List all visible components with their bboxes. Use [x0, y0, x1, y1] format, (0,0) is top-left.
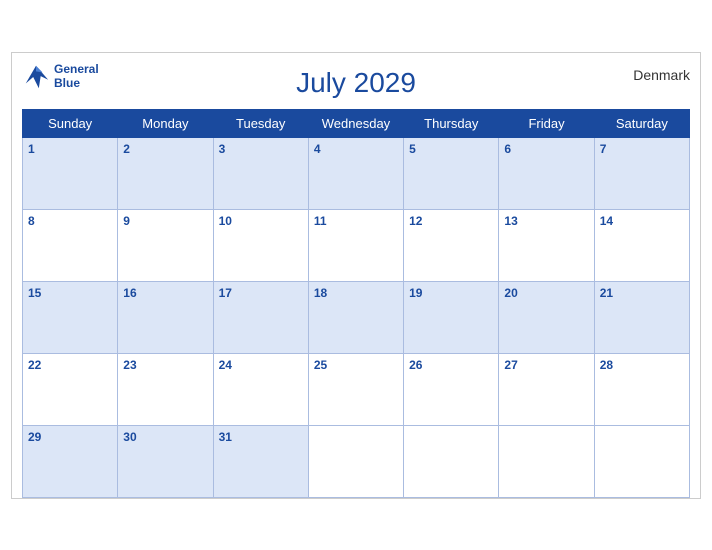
country-label: Denmark	[633, 67, 690, 83]
calendar-day-cell: 5	[404, 137, 499, 209]
calendar-day-cell	[308, 425, 403, 497]
calendar-day-cell: 4	[308, 137, 403, 209]
calendar-container: General Blue July 2029 Denmark Sunday Mo…	[11, 52, 701, 499]
calendar-day-cell: 3	[213, 137, 308, 209]
calendar-table: Sunday Monday Tuesday Wednesday Thursday…	[22, 109, 690, 498]
day-number: 13	[504, 214, 517, 228]
day-number: 9	[123, 214, 130, 228]
header-friday: Friday	[499, 109, 594, 137]
logo-area: General Blue	[22, 63, 99, 91]
day-number: 26	[409, 358, 422, 372]
calendar-day-cell	[594, 425, 689, 497]
day-number: 3	[219, 142, 226, 156]
day-number: 22	[28, 358, 41, 372]
header-tuesday: Tuesday	[213, 109, 308, 137]
calendar-day-cell: 31	[213, 425, 308, 497]
header-wednesday: Wednesday	[308, 109, 403, 137]
calendar-day-cell: 28	[594, 353, 689, 425]
day-number: 25	[314, 358, 327, 372]
calendar-day-cell: 22	[23, 353, 118, 425]
day-number: 28	[600, 358, 613, 372]
day-number: 8	[28, 214, 35, 228]
calendar-day-cell: 25	[308, 353, 403, 425]
calendar-day-cell: 30	[118, 425, 213, 497]
calendar-day-cell: 2	[118, 137, 213, 209]
calendar-day-cell: 7	[594, 137, 689, 209]
day-number: 12	[409, 214, 422, 228]
logo-icon	[22, 63, 50, 91]
day-number: 30	[123, 430, 136, 444]
calendar-day-cell: 11	[308, 209, 403, 281]
calendar-day-cell: 27	[499, 353, 594, 425]
calendar-day-cell: 20	[499, 281, 594, 353]
calendar-day-cell	[404, 425, 499, 497]
day-number: 21	[600, 286, 613, 300]
day-number: 31	[219, 430, 232, 444]
day-number: 14	[600, 214, 613, 228]
day-number: 24	[219, 358, 232, 372]
calendar-week-row: 1 2 3 4 5 6 7	[23, 137, 690, 209]
day-number: 7	[600, 142, 607, 156]
calendar-day-cell: 8	[23, 209, 118, 281]
day-number: 16	[123, 286, 136, 300]
calendar-day-cell	[499, 425, 594, 497]
calendar-day-cell: 10	[213, 209, 308, 281]
day-number: 20	[504, 286, 517, 300]
header-thursday: Thursday	[404, 109, 499, 137]
calendar-day-cell: 24	[213, 353, 308, 425]
day-number: 15	[28, 286, 41, 300]
weekday-header-row: Sunday Monday Tuesday Wednesday Thursday…	[23, 109, 690, 137]
calendar-day-cell: 16	[118, 281, 213, 353]
day-number: 29	[28, 430, 41, 444]
header-saturday: Saturday	[594, 109, 689, 137]
calendar-day-cell: 29	[23, 425, 118, 497]
day-number: 27	[504, 358, 517, 372]
day-number: 4	[314, 142, 321, 156]
calendar-day-cell: 19	[404, 281, 499, 353]
header-sunday: Sunday	[23, 109, 118, 137]
day-number: 1	[28, 142, 35, 156]
calendar-day-cell: 9	[118, 209, 213, 281]
calendar-day-cell: 13	[499, 209, 594, 281]
day-number: 23	[123, 358, 136, 372]
calendar-week-row: 15 16 17 18 19 20 21	[23, 281, 690, 353]
day-number: 6	[504, 142, 511, 156]
calendar-day-cell: 21	[594, 281, 689, 353]
calendar-week-row: 29 30 31	[23, 425, 690, 497]
day-number: 17	[219, 286, 232, 300]
calendar-week-row: 8 9 10 11 12 13 14	[23, 209, 690, 281]
day-number: 18	[314, 286, 327, 300]
logo-text: General Blue	[54, 63, 99, 89]
day-number: 19	[409, 286, 422, 300]
calendar-day-cell: 23	[118, 353, 213, 425]
day-number: 5	[409, 142, 416, 156]
calendar-day-cell: 15	[23, 281, 118, 353]
calendar-day-cell: 14	[594, 209, 689, 281]
calendar-day-cell: 17	[213, 281, 308, 353]
header-monday: Monday	[118, 109, 213, 137]
calendar-body: 1234567891011121314151617181920212223242…	[23, 137, 690, 497]
logo-line2: Blue	[54, 77, 99, 90]
logo-line1: General	[54, 63, 99, 76]
day-number: 10	[219, 214, 232, 228]
calendar-day-cell: 6	[499, 137, 594, 209]
day-number: 11	[314, 214, 327, 228]
day-number: 2	[123, 142, 130, 156]
calendar-day-cell: 12	[404, 209, 499, 281]
calendar-week-row: 22 23 24 25 26 27 28	[23, 353, 690, 425]
calendar-header: General Blue July 2029 Denmark	[22, 63, 690, 103]
calendar-day-cell: 18	[308, 281, 403, 353]
calendar-day-cell: 26	[404, 353, 499, 425]
calendar-day-cell: 1	[23, 137, 118, 209]
month-title: July 2029	[296, 67, 416, 99]
